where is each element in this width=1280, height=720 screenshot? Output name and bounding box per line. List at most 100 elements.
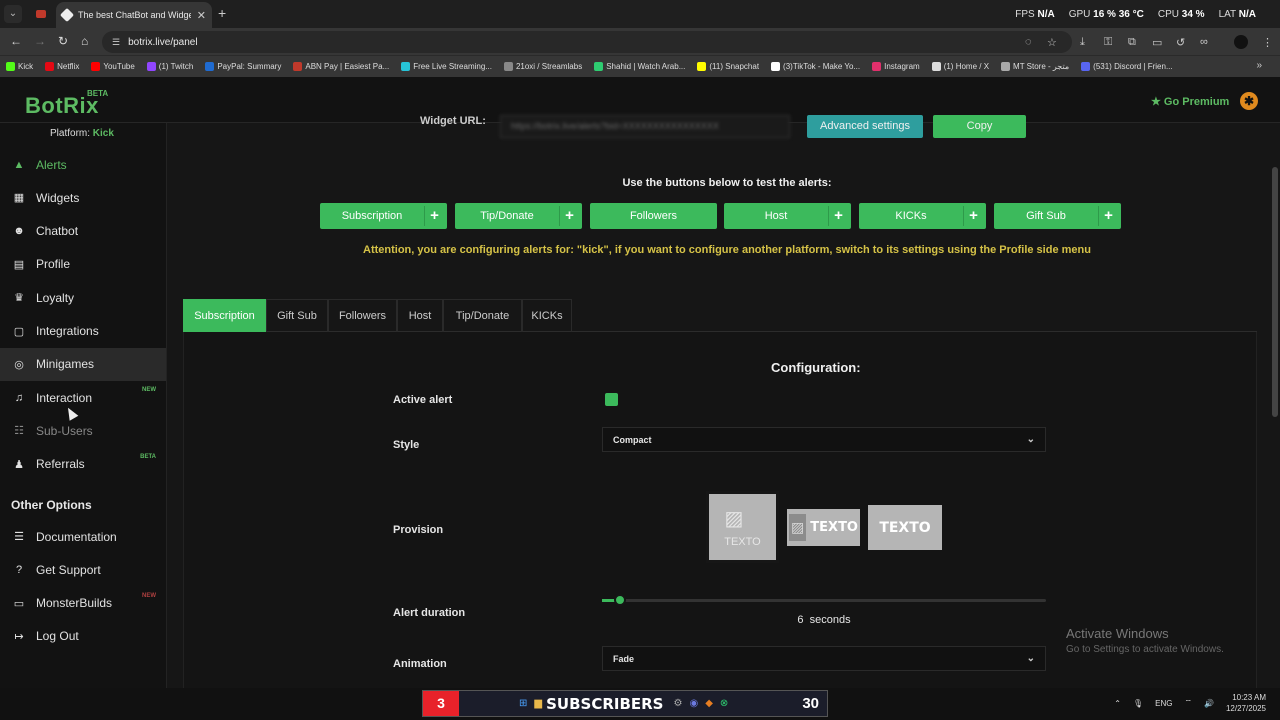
test-host-button[interactable]: Host + <box>724 203 851 229</box>
bookmark-item[interactable]: Instagram <box>872 62 920 71</box>
reload-icon[interactable]: ↻ <box>58 34 68 48</box>
xbox-icon[interactable]: ⊗ <box>720 698 728 709</box>
test-tip-donate-button[interactable]: Tip/Donate + <box>455 203 582 229</box>
tab-kicks[interactable]: KICKs <box>522 299 572 332</box>
active-browser-tab[interactable]: The best ChatBot and Widgets ✕ <box>56 2 212 28</box>
sidebar-item-minigames[interactable]: ◎ Minigames <box>0 347 166 381</box>
widget-url-field[interactable]: https://botrix.live/alerts?bid=XXXXXXXXX… <box>500 115 790 138</box>
language-indicator[interactable]: ENG <box>1155 699 1172 708</box>
people-icon: ♟ <box>14 458 24 471</box>
subscriber-goal-bar: 3 ⊞ ▆ SUBSCRIBERS ⚙ ◉ ◆ ⊗ 30 <box>422 690 828 717</box>
bookmark-item[interactable]: PayPal: Summary <box>205 62 281 71</box>
sidebar-item-label: Interaction <box>36 390 93 405</box>
sidebar-item-alerts[interactable]: ▲ Alerts <box>0 148 166 181</box>
back-arrow-icon[interactable]: ← <box>10 34 22 48</box>
menu-dots-icon[interactable]: ⋮ <box>1262 36 1273 49</box>
test-subscription-button[interactable]: Subscription + <box>320 203 447 229</box>
bookmark-favicon-icon <box>293 62 303 71</box>
bookmark-star-icon[interactable]: ☆ <box>1047 36 1057 49</box>
microphone-icon[interactable]: 🎙 <box>1133 699 1143 708</box>
duration-unit: seconds <box>809 614 851 626</box>
subscriber-badge: 3 <box>423 691 459 716</box>
sidebar-item-log-out[interactable]: ↦ Log Out <box>0 620 166 653</box>
active-alert-checkbox[interactable] <box>605 393 618 406</box>
forward-arrow-icon[interactable]: → <box>34 34 46 48</box>
provision-option-overlay[interactable]: TEXTO <box>868 505 942 550</box>
bookmark-item[interactable]: 21oxi / Streamlabs <box>503 62 582 71</box>
duration-slider-handle[interactable] <box>613 594 626 606</box>
tab-gift-sub[interactable]: Gift Sub <box>266 299 328 332</box>
go-premium-link[interactable]: ★ Go Premium <box>1151 95 1229 108</box>
profile-avatar[interactable] <box>1234 35 1248 49</box>
tab-followers[interactable]: Followers <box>328 299 397 332</box>
sidebar-item-get-support[interactable]: ? Get Support <box>0 553 166 586</box>
sidebar-item-widgets[interactable]: ▦ Widgets <box>0 181 166 214</box>
tab-tip-donate[interactable]: Tip/Donate <box>443 299 522 332</box>
app-icon[interactable]: ◆ <box>705 698 713 709</box>
sidebar-item-monsterbuilds[interactable]: ▭ MonsterBuilds NEW <box>0 587 166 620</box>
bookmark-item[interactable]: (3)TikTok - Make Yo... <box>771 62 860 71</box>
sidebar-item-loyalty[interactable]: ♛ Loyalty <box>0 281 166 314</box>
bookmark-item[interactable]: Netflix <box>45 62 79 71</box>
download-icon[interactable]: ⤓ <box>1080 36 1085 49</box>
page-scrollbar[interactable] <box>1272 167 1278 417</box>
bookmark-item[interactable]: MT Store - متجر <box>1001 62 1069 71</box>
discord-app-icon[interactable]: ◉ <box>689 698 698 709</box>
bookmark-item[interactable]: (1) Home / X <box>931 62 989 71</box>
address-bar[interactable]: ☰ botrix.live/panel <box>102 31 1072 53</box>
settings-app-icon[interactable]: ⚙ <box>674 698 683 709</box>
bookmark-item[interactable]: Kick <box>6 62 33 71</box>
password-key-icon[interactable]: ⚿ <box>1104 36 1112 49</box>
card-icon[interactable]: ▭ <box>1152 36 1162 49</box>
link-icon[interactable]: ∞ <box>1200 36 1208 48</box>
bookmark-item[interactable]: Free Live Streaming... <box>401 62 492 71</box>
bookmark-item[interactable]: (11) Snapchat <box>697 62 759 71</box>
sidebar-item-chatbot[interactable]: ☻ Chatbot <box>0 215 166 248</box>
clock[interactable]: 10:23 AM 12/27/2025 <box>1226 692 1266 714</box>
sidebar-item-interaction[interactable]: ♫ Interaction NEW <box>0 381 166 414</box>
windows-start-icon[interactable]: ⊞ <box>519 698 527 709</box>
duration-slider-track[interactable] <box>602 599 1046 602</box>
bookmark-item[interactable]: YouTube <box>91 62 135 71</box>
provision-option-stacked[interactable]: ▨ TEXTO <box>706 491 779 563</box>
test-followers-button[interactable]: Followers <box>590 203 717 229</box>
widget-url-label: Widget URL: <box>420 115 486 127</box>
settings-gear-icon[interactable]: ✱ <box>1240 92 1258 110</box>
sidebar-item-sub-users[interactable]: ☷ Sub-Users <box>0 414 166 447</box>
bookmark-label: (1) Twitch <box>158 62 194 71</box>
bookmarks-overflow-icon[interactable]: » <box>1256 60 1262 71</box>
new-tab-button[interactable]: + <box>218 5 226 21</box>
music-icon: ♫ <box>14 391 24 404</box>
sidebar-item-integrations[interactable]: ▢ Integrations <box>0 315 166 348</box>
bookmark-item[interactable]: (531) Discord | Frien... <box>1081 62 1173 71</box>
provision-option-side[interactable]: ▨ TEXTO <box>787 509 860 546</box>
test-kicks-button[interactable]: KICKs + <box>859 203 986 229</box>
tab-host[interactable]: Host <box>397 299 443 332</box>
eye-off-icon[interactable]: ◌ <box>1025 36 1032 48</box>
bookmark-item[interactable]: Shahid | Watch Arab... <box>594 62 685 71</box>
advanced-settings-button[interactable]: Advanced settings <box>807 115 923 138</box>
animation-select[interactable]: Fade ⌄ <box>602 646 1046 671</box>
home-icon[interactable]: ⌂ <box>81 34 88 48</box>
style-select[interactable]: Compact ⌄ <box>602 427 1046 452</box>
sidebar-item-referrals[interactable]: ♟ Referrals BETA <box>0 448 166 481</box>
tab-search-button[interactable]: ⌄ <box>4 5 22 23</box>
copy-button[interactable]: Copy <box>933 115 1026 138</box>
site-info-icon[interactable]: ☰ <box>112 37 120 48</box>
bookmark-item[interactable]: ABN Pay | Easiest Pa... <box>293 62 389 71</box>
tray-chevron-icon[interactable]: ⌃ <box>1114 699 1121 708</box>
sidebar-item-profile[interactable]: ▤ Profile <box>0 248 166 281</box>
bookmark-favicon-icon <box>205 62 215 71</box>
bookmark-item[interactable]: (1) Twitch <box>146 62 194 71</box>
tab-subscription[interactable]: Subscription <box>183 299 266 332</box>
history-icon[interactable]: ↺ <box>1176 36 1185 49</box>
translate-icon[interactable]: ⧉ <box>1128 36 1136 49</box>
close-tab-icon[interactable]: ✕ <box>197 9 206 22</box>
sidebar-item-documentation[interactable]: ☰ Documentation <box>0 520 166 553</box>
pinned-tab[interactable] <box>30 4 52 24</box>
wifi-icon[interactable]: ⌔ <box>1184 698 1192 708</box>
file-explorer-icon[interactable]: ▆ <box>534 698 542 709</box>
platform-label: Platform: <box>50 128 91 139</box>
volume-icon[interactable]: 🔊 <box>1204 699 1214 708</box>
test-gift-sub-button[interactable]: Gift Sub + <box>994 203 1121 229</box>
